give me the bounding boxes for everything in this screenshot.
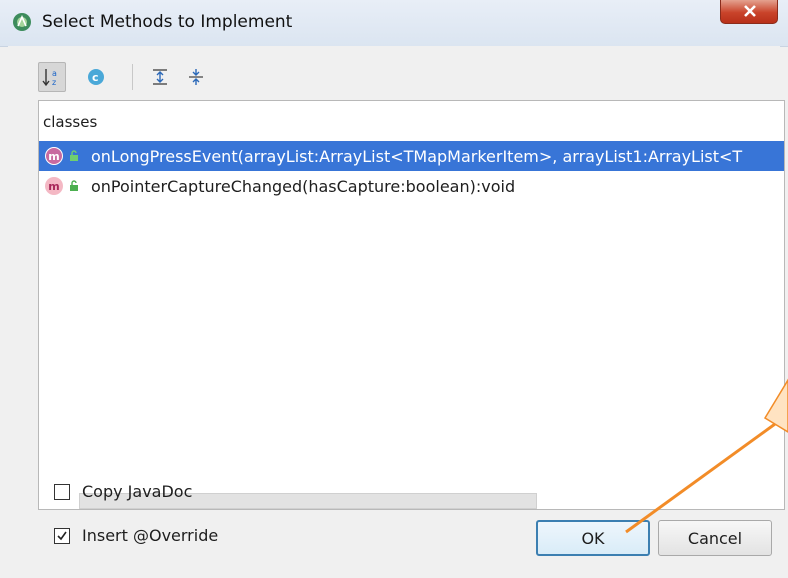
- select-methods-dialog: Select Methods to Implement a z c classe…: [0, 0, 788, 578]
- callout-arrow-annotation: [625, 378, 788, 534]
